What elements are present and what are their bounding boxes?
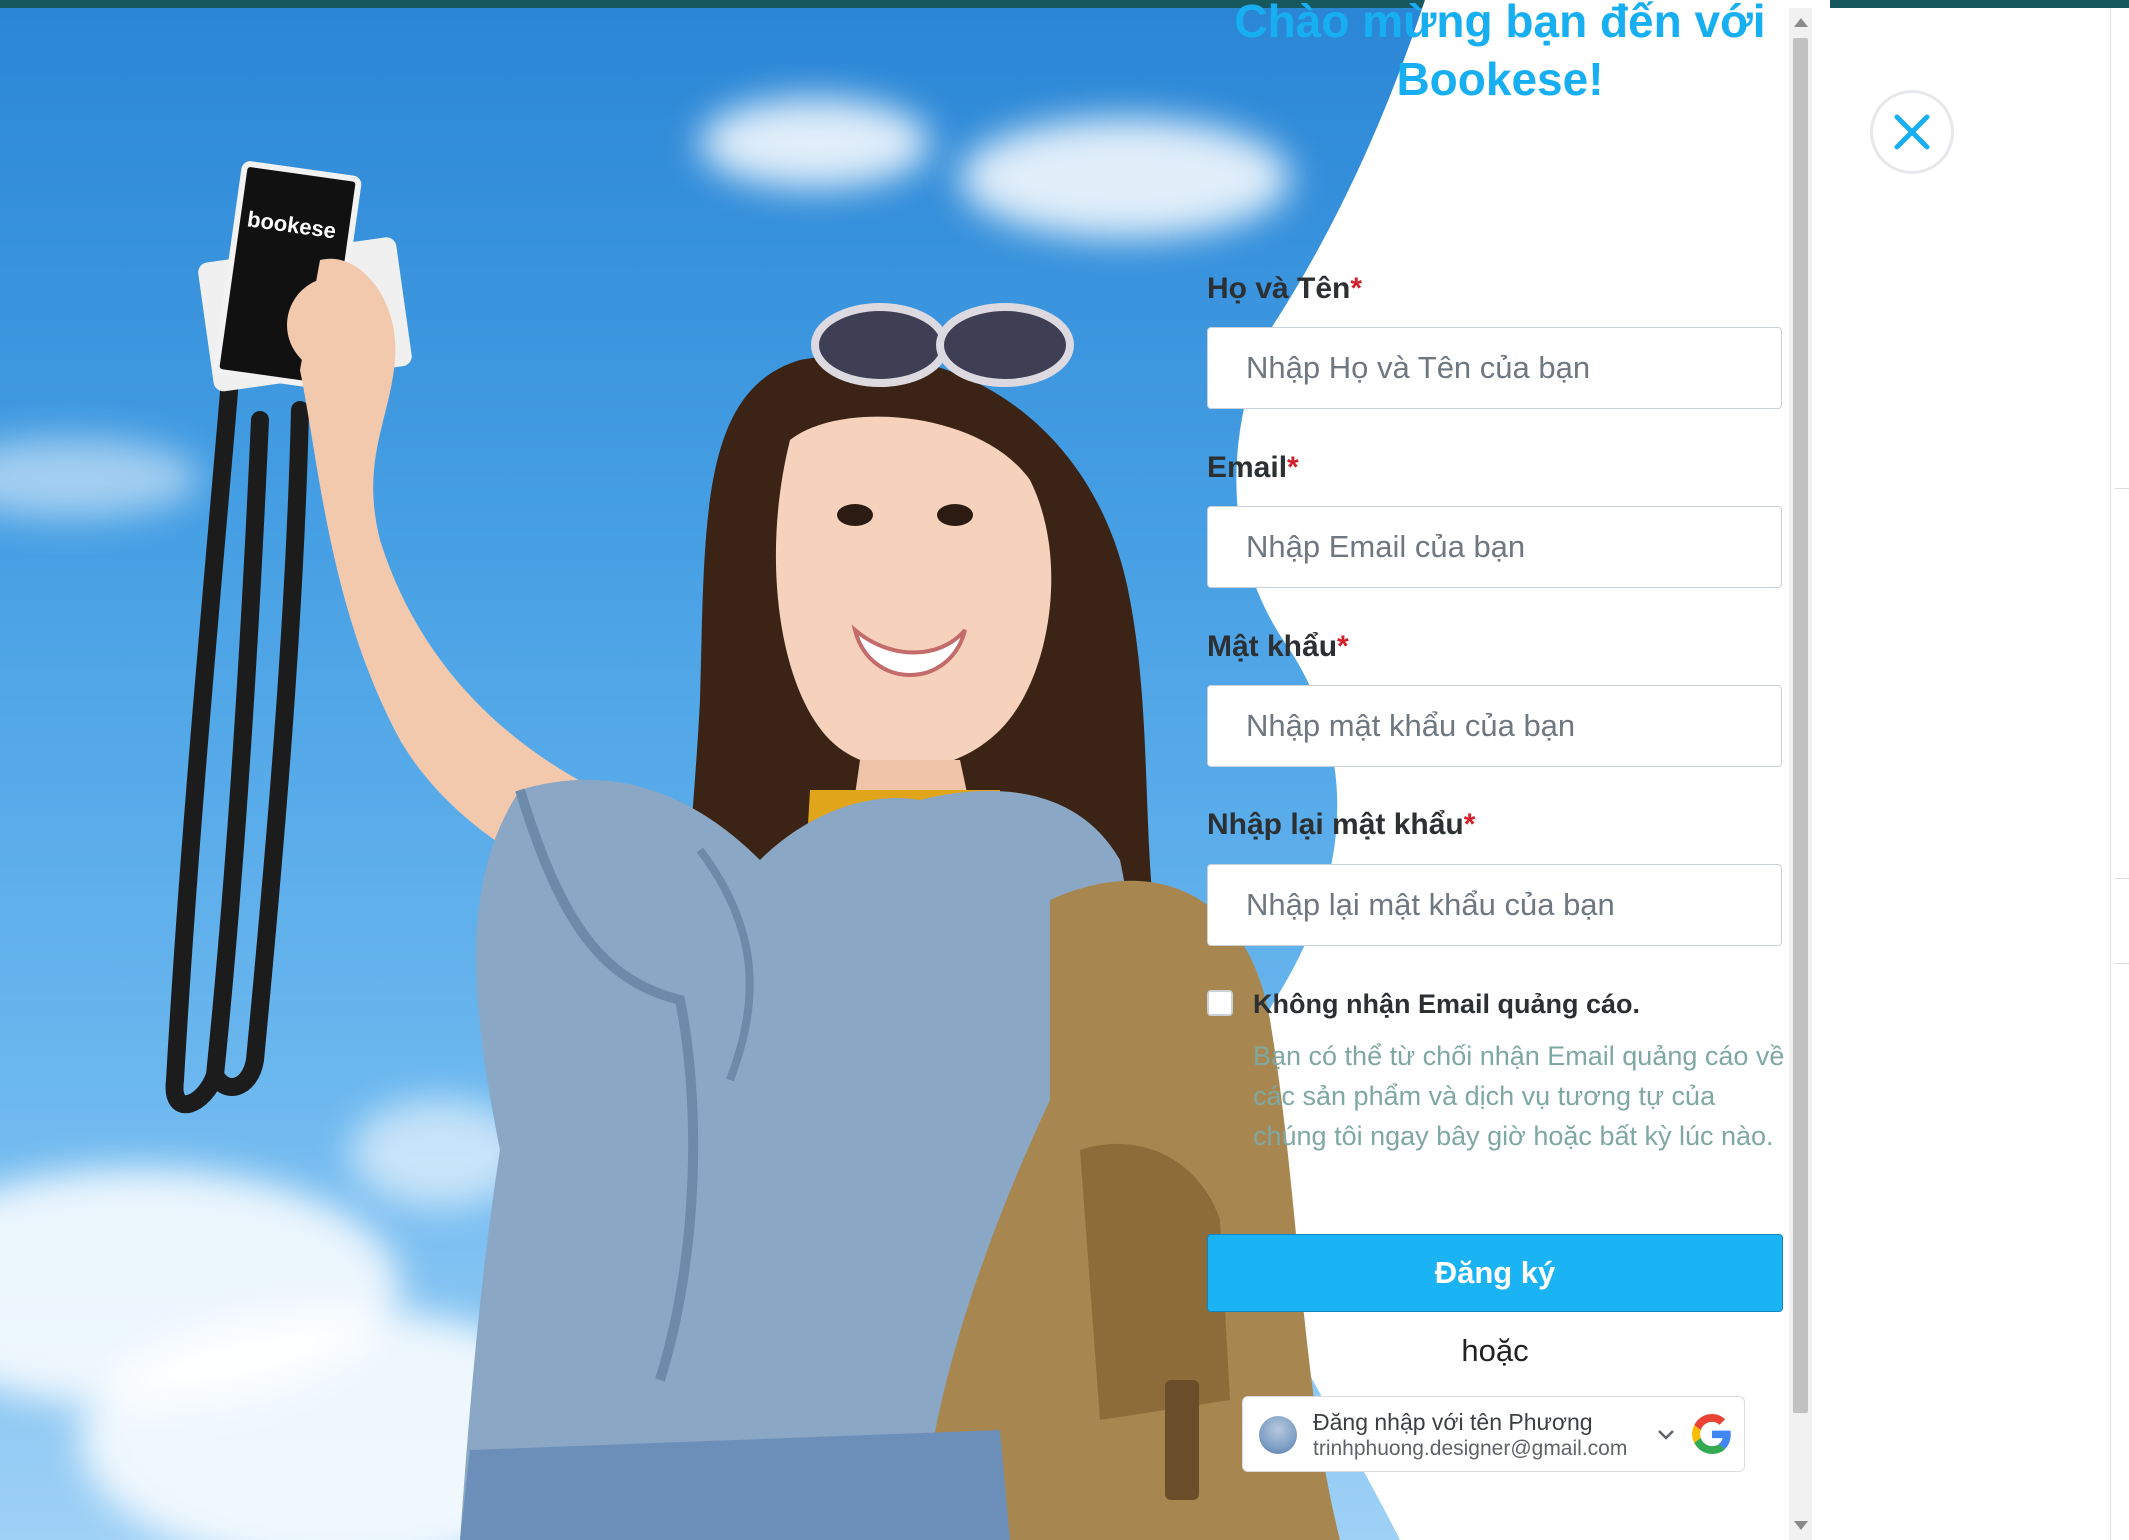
required-mark: * xyxy=(1337,630,1349,663)
required-mark: * xyxy=(1350,272,1363,305)
welcome-line-2: Bookese! xyxy=(1396,53,1604,105)
scrollbar-thumb[interactable] xyxy=(1793,38,1808,1413)
google-account-name: Đăng nhập với tên Phương xyxy=(1313,1409,1593,1435)
email-label: Email* xyxy=(1207,451,1299,485)
avatar xyxy=(1259,1416,1297,1454)
fullname-label: Họ và Tên* xyxy=(1207,272,1362,306)
chevron-down-icon[interactable] xyxy=(1655,1423,1677,1445)
close-icon xyxy=(1894,114,1930,150)
google-signin-button[interactable]: Đăng nhập với tên Phương trinhphuong.des… xyxy=(1242,1396,1745,1472)
password-input[interactable] xyxy=(1207,685,1782,767)
fullname-input[interactable] xyxy=(1207,327,1782,409)
fullname-label-text: Họ và Tên xyxy=(1207,272,1351,305)
email-label-text: Email xyxy=(1207,451,1288,484)
password-label: Mật khẩu* xyxy=(1207,630,1349,664)
welcome-heading: Chào mừng bạn đến với Bookese! xyxy=(1200,0,1800,108)
modal-scrollbar[interactable] xyxy=(1789,8,1812,1540)
confirm-password-label-text: Nhập lại mật khẩu xyxy=(1207,808,1464,841)
google-logo-icon xyxy=(1692,1414,1731,1454)
divider xyxy=(2115,963,2129,964)
email-input[interactable] xyxy=(1207,506,1782,588)
opt-out-description: Bạn có thể từ chối nhận Email quảng cáo … xyxy=(1253,1041,1785,1151)
required-mark: * xyxy=(1463,808,1476,841)
or-divider-text: hoặc xyxy=(1461,1333,1529,1368)
required-mark: * xyxy=(1287,451,1299,484)
confirm-password-label: Nhập lại mật khẩu* xyxy=(1207,808,1475,842)
divider xyxy=(2115,488,2129,489)
devtools-panel-edge xyxy=(2110,8,2129,1540)
confirm-password-input[interactable] xyxy=(1207,864,1782,946)
hero-person-illustration: bookese xyxy=(165,161,1340,1540)
scroll-down-arrow-icon[interactable] xyxy=(1794,1521,1808,1530)
close-button[interactable] xyxy=(1870,90,1954,174)
opt-out-checkbox[interactable] xyxy=(1207,990,1233,1016)
password-label-text: Mật khẩu xyxy=(1207,630,1338,663)
welcome-line-1: Chào mừng bạn đến với xyxy=(1234,0,1766,47)
register-button[interactable]: Đăng ký xyxy=(1207,1234,1783,1312)
opt-out-label: Không nhận Email quảng cáo. xyxy=(1253,989,1641,1019)
divider xyxy=(2115,878,2129,879)
google-account-email: trinhphuong.designer@gmail.com xyxy=(1313,1437,1628,1460)
scroll-up-arrow-icon[interactable] xyxy=(1794,18,1808,27)
